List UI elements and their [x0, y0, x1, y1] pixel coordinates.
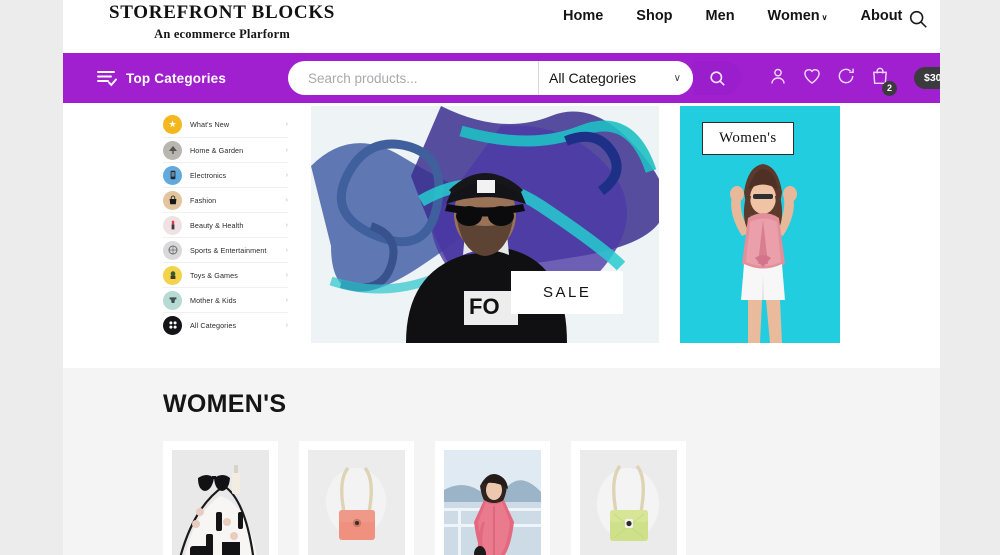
category-item-mother-kids[interactable]: Mother & Kids › [163, 287, 288, 312]
product-card[interactable] [571, 441, 686, 555]
category-label: Home & Garden [190, 145, 244, 155]
user-account-icon[interactable] [768, 66, 788, 91]
section-title: WOMEN'S [163, 390, 287, 418]
product-card[interactable] [299, 441, 414, 555]
sports-icon [163, 240, 182, 260]
product-grid [163, 441, 940, 555]
header-search-icon[interactable] [907, 8, 929, 30]
category-item-electronics[interactable]: Electronics › [163, 162, 288, 187]
category-select[interactable]: All Categories [538, 61, 693, 95]
fashion-handbag-icon [163, 190, 182, 210]
chevron-right-icon: › [285, 296, 288, 304]
category-list-icon [97, 70, 117, 86]
hero-banner-sale[interactable]: FO SALE [311, 106, 659, 343]
page-canvas: STOREFRONT BLOCKS An ecommerce Plarform … [63, 0, 940, 555]
chevron-right-icon: › [285, 196, 288, 204]
category-label: Beauty & Health [190, 220, 244, 230]
nav-item-women[interactable]: Women ∨ [768, 8, 828, 24]
hero-banner-womens[interactable]: Women's [680, 106, 840, 343]
top-categories-button[interactable]: Top Categories [97, 70, 226, 87]
nav-item-men[interactable]: Men [706, 8, 735, 24]
svg-text:FO: FO [469, 294, 500, 319]
search-input[interactable] [288, 61, 538, 95]
category-label: All Categories [190, 320, 237, 330]
whats-new-star-icon: ★ [163, 115, 182, 134]
nav-label-men: Men [705, 8, 735, 24]
chevron-down-icon: ∨ [821, 13, 828, 22]
category-label: Sports & Entertainment [190, 245, 267, 255]
electronics-icon [163, 165, 182, 185]
nav-item-about[interactable]: About [861, 8, 903, 24]
brand-title: STOREFRONT BLOCKS [109, 2, 336, 23]
mother-kids-icon [163, 290, 182, 310]
category-label: Electronics [190, 170, 227, 180]
wishlist-heart-icon[interactable] [802, 66, 822, 91]
product-card[interactable] [163, 441, 278, 555]
toys-games-icon [163, 265, 182, 285]
home-garden-lamp-icon [163, 140, 182, 160]
category-item-toys-games[interactable]: Toys & Games › [163, 262, 288, 287]
category-label: Toys & Games [190, 270, 238, 280]
chevron-right-icon: › [285, 221, 288, 229]
header-action-icons: 2 $300.00 [768, 66, 940, 96]
search-icon [709, 70, 725, 86]
cart-count-badge: 2 [882, 80, 897, 96]
site-header: STOREFRONT BLOCKS An ecommerce Plarform … [63, 0, 940, 53]
category-label: Mother & Kids [190, 295, 237, 305]
chevron-right-icon: › [285, 246, 288, 254]
category-item-home-garden[interactable]: Home & Garden › [163, 137, 288, 162]
nav-label-shop: Shop [636, 8, 673, 24]
category-label: What's New [190, 120, 230, 129]
brand-logo[interactable]: STOREFRONT BLOCKS An ecommerce Plarform [109, 2, 335, 42]
product-card[interactable] [435, 441, 550, 555]
category-item-sports-entertainment[interactable]: Sports & Entertainment › [163, 237, 288, 262]
chevron-right-icon: › [285, 146, 288, 154]
search-submit-button[interactable] [693, 61, 741, 95]
category-select-wrap: All Categories ∨ [538, 61, 693, 95]
category-item-all-categories[interactable]: All Categories › [163, 312, 288, 337]
womens-banner-label: Women's [702, 122, 794, 155]
sale-badge: SALE [511, 271, 624, 314]
nav-label-about: About [860, 8, 903, 24]
product-image-pink-dress [444, 450, 541, 555]
main-navigation: Home Shop Men Women ∨ About [563, 8, 902, 24]
product-image-pink-bag [308, 450, 405, 555]
product-image-green-bag [580, 450, 677, 555]
page-root: STOREFRONT BLOCKS An ecommerce Plarform … [0, 0, 1000, 555]
nav-label-home: Home [563, 8, 604, 24]
brand-subtitle: An ecommerce Plarform [154, 27, 290, 41]
category-item-beauty-health[interactable]: Beauty & Health › [163, 212, 288, 237]
chevron-right-icon: › [285, 271, 288, 279]
category-item-whats-new[interactable]: ★ What's New › [163, 112, 288, 137]
top-categories-label: Top Categories [126, 70, 227, 86]
category-search-bar: Top Categories All Categories ∨ [63, 53, 940, 103]
chevron-right-icon: › [285, 121, 288, 128]
compare-refresh-icon[interactable] [836, 66, 856, 91]
chevron-right-icon: › [285, 171, 288, 179]
beauty-lipstick-icon [163, 215, 182, 235]
category-sidebar: ★ What's New › Home & Garden › Electroni… [163, 112, 288, 337]
category-label: Fashion [190, 195, 217, 205]
category-item-fashion[interactable]: Fashion › [163, 187, 288, 212]
all-categories-grid-icon [163, 315, 182, 335]
chevron-right-icon: › [285, 321, 288, 329]
nav-label-women: Women [767, 8, 820, 24]
nav-item-shop[interactable]: Shop [636, 8, 672, 24]
nav-item-home[interactable]: Home [563, 8, 603, 24]
hero-section: ★ What's New › Home & Garden › Electroni… [63, 103, 940, 368]
shopping-bag-icon[interactable]: 2 [870, 66, 897, 96]
product-image-accessories [172, 450, 269, 555]
womens-products-section: WOMEN'S [63, 368, 940, 555]
cart-total[interactable]: $300.00 [914, 67, 940, 89]
search-bar: All Categories ∨ [288, 61, 693, 95]
